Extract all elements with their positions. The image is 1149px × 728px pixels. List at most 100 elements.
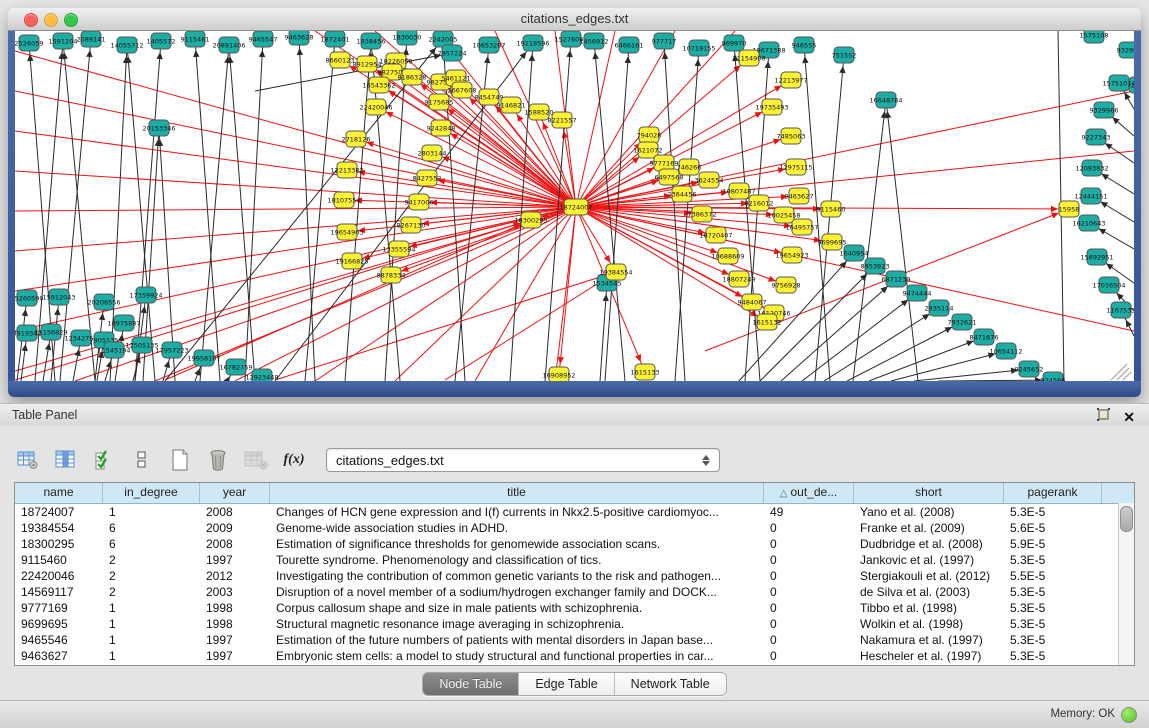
table-select[interactable]: citations_edges.txt [326, 448, 720, 472]
network-node[interactable]: 7485063 [777, 128, 806, 144]
network-node[interactable]: 9463627 [785, 188, 814, 204]
column-header-name[interactable]: name [15, 483, 103, 503]
network-node[interactable]: 9417006 [405, 194, 434, 210]
network-node[interactable]: 1456912 [580, 33, 609, 49]
network-node[interactable]: 1830030 [393, 31, 422, 45]
network-node[interactable]: 10654112 [989, 343, 1022, 359]
network-node[interactable]: 1591204 [49, 33, 78, 49]
network-node[interactable]: 2803144 [418, 145, 447, 161]
column-header-pagerank[interactable]: pagerank [1004, 483, 1102, 503]
float-panel-icon[interactable] [1096, 407, 1111, 427]
table-row[interactable]: 1830029562008Estimation of significance … [15, 536, 1134, 552]
network-node[interactable]: 20891406 [212, 37, 245, 53]
network-node[interactable]: 6871239 [882, 271, 911, 287]
network-node[interactable]: 1872401 [321, 31, 350, 47]
network-node[interactable]: 8221557 [548, 112, 577, 128]
network-node[interactable]: 8427552 [413, 170, 442, 186]
network-node[interactable]: 19654903 [330, 224, 363, 240]
table-row[interactable]: 969969511998Structural magnetic resonanc… [15, 616, 1134, 632]
network-node[interactable]: 20206556 [87, 294, 120, 310]
tab-network-table[interactable]: Network Table [615, 673, 726, 695]
network-node[interactable]: 9463628 [285, 31, 314, 45]
network-node[interactable]: 8471676 [970, 329, 999, 345]
network-node[interactable]: 19654923 [775, 247, 808, 263]
network-node[interactable]: 19958107 [187, 350, 220, 366]
network-node[interactable]: 932997 [1117, 42, 1134, 58]
network-node[interactable]: 3624554 [695, 172, 724, 188]
network-node[interactable]: 17359924 [129, 287, 162, 303]
network-node[interactable]: 8878334 [377, 267, 406, 283]
network-node[interactable]: 12093832 [1075, 160, 1108, 176]
table-row[interactable]: 1872400712008Changes of HCN gene express… [15, 504, 1134, 520]
network-node[interactable]: 2667608 [448, 82, 477, 98]
network-node[interactable]: 1575108 [1080, 31, 1109, 43]
network-node[interactable]: 9242848 [427, 120, 456, 136]
network-node[interactable]: 18107554 [327, 192, 360, 208]
table-row[interactable]: 1938455462009Genome-wide association stu… [15, 520, 1134, 536]
network-node[interactable]: 1615132 [753, 314, 782, 330]
network-node[interactable]: 8660123 [326, 52, 355, 68]
table-vertical-scrollbar[interactable] [1118, 503, 1134, 665]
network-node[interactable]: 9699695 [818, 234, 847, 250]
function-builder-button[interactable]: f(x) [280, 446, 308, 474]
network-node[interactable]: 16908952 [542, 367, 575, 381]
network-node[interactable]: 1938456 [357, 33, 386, 49]
network-node[interactable]: 19218596 [516, 35, 549, 51]
column-header-title[interactable]: title [270, 483, 764, 503]
network-node[interactable]: 2364456 [668, 186, 697, 202]
network-node[interactable]: 8186328 [398, 69, 427, 85]
table-row[interactable]: 946554611997Estimation of the future num… [15, 632, 1134, 648]
table-row[interactable]: 2242004622012Investigating the contribut… [15, 568, 1134, 584]
network-node[interactable]: 17957223 [155, 342, 188, 358]
network-hub-node[interactable]: 18724007 [559, 199, 592, 215]
new-column-button[interactable] [166, 446, 194, 474]
close-panel-icon[interactable]: ✕ [1123, 409, 1135, 425]
network-node[interactable]: 9115461 [181, 31, 210, 47]
network-node[interactable]: 2526059 [15, 35, 43, 51]
table-row[interactable]: 911546021997Tourette syndrome. Phenomeno… [15, 552, 1134, 568]
network-node[interactable]: 2935114 [925, 300, 954, 316]
network-node[interactable]: 16210643 [1072, 215, 1105, 231]
network-node[interactable]: 794028 [637, 127, 662, 143]
network-node[interactable]: 12213383 [330, 162, 363, 178]
network-node[interactable]: 19166825 [335, 253, 368, 269]
network-window-titlebar[interactable]: citations_edges.txt [8, 8, 1141, 31]
network-node[interactable]: 2718126 [342, 131, 371, 147]
network-node[interactable]: 12975115 [779, 159, 812, 175]
table-row[interactable]: 946362711997Embryonic stem cells: a mode… [15, 648, 1134, 664]
column-header-out-de-[interactable]: △out_de... [764, 483, 854, 503]
network-node[interactable]: 1640954 [840, 245, 869, 261]
scrollbar-thumb[interactable] [1120, 506, 1133, 532]
network-node[interactable]: 10719155 [682, 40, 715, 56]
network-node[interactable]: 12213977 [774, 72, 807, 88]
table-mode-button[interactable] [14, 446, 42, 474]
delete-column-button[interactable] [204, 446, 232, 474]
network-node[interactable]: 2089141 [77, 31, 106, 47]
network-node[interactable]: 15912043 [42, 289, 75, 305]
network-node[interactable]: 924566 [1041, 372, 1066, 381]
network-node[interactable]: 8953923 [861, 258, 890, 274]
network-node[interactable]: 7386372 [688, 206, 717, 222]
tab-edge-table[interactable]: Edge Table [519, 673, 614, 695]
network-node[interactable]: 6466161 [615, 37, 644, 53]
network-node[interactable]: 969970 [722, 35, 747, 51]
network-node[interactable]: 1167533 [1107, 302, 1134, 318]
column-header-year[interactable]: year [200, 483, 270, 503]
network-node[interactable]: 9227343 [1082, 129, 1111, 145]
network-node[interactable]: 8267130 [397, 217, 426, 233]
network-node[interactable]: 946555 [792, 37, 817, 53]
network-node[interactable]: 10653287 [472, 37, 505, 53]
tab-node-table[interactable]: Node Table [423, 673, 519, 695]
network-node[interactable]: 9465547 [249, 31, 278, 47]
network-node[interactable]: 977717 [652, 33, 677, 49]
network-node[interactable]: 12444151 [1074, 188, 1107, 204]
network-node[interactable]: 16648784 [869, 92, 902, 108]
column-header-short[interactable]: short [854, 483, 1004, 503]
network-canvas[interactable]: 2526059159120420891411405571214055729115… [15, 31, 1134, 381]
network-node[interactable]: 15958 [1059, 201, 1080, 217]
network-node[interactable]: 9245652 [1015, 361, 1044, 377]
network-node[interactable]: 9115460 [817, 201, 846, 217]
select-columns-button[interactable] [90, 446, 118, 474]
network-node[interactable]: 7957224 [438, 45, 467, 61]
network-node[interactable]: 9175685 [425, 94, 454, 110]
